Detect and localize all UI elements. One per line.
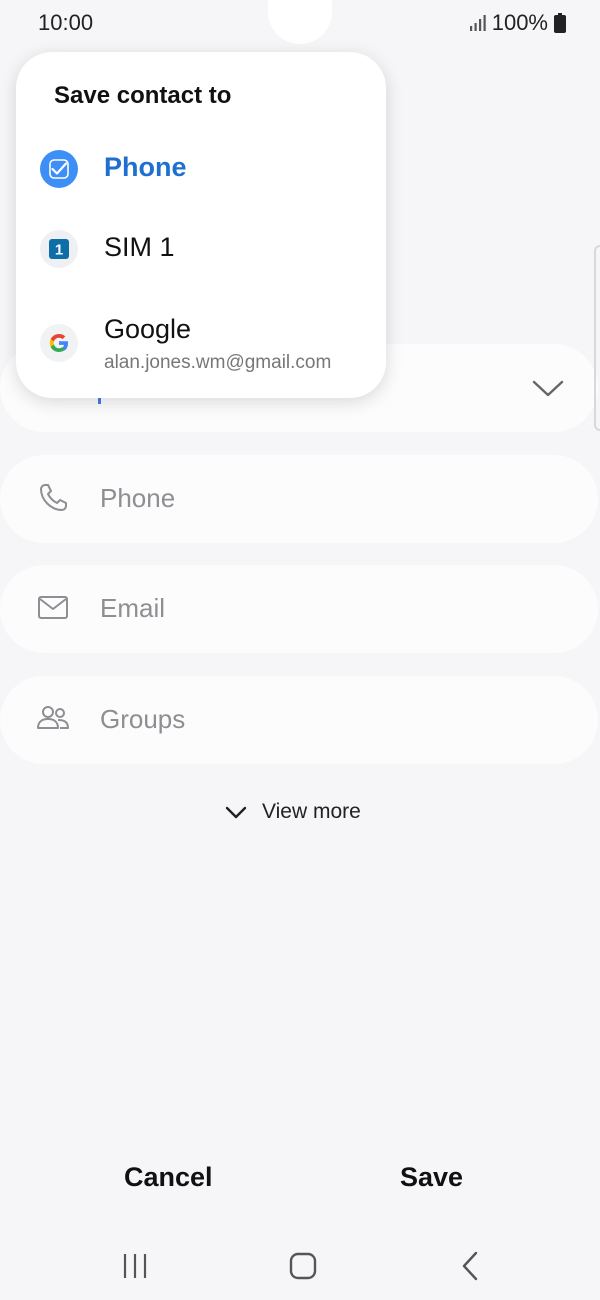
option-label-sim1: SIM 1 [104,232,175,262]
mail-icon [36,591,70,625]
cancel-button[interactable]: Cancel [124,1162,213,1193]
storage-option-phone[interactable]: Phone [16,150,386,220]
phone-check-icon [40,150,78,188]
email-field[interactable]: Email [0,565,598,653]
screen: 10:00 100% Name [0,0,600,1300]
home-icon[interactable] [285,1248,321,1284]
chevron-down-icon[interactable] [530,370,566,406]
google-account-email: alan.jones.wm@gmail.com [104,352,332,373]
recents-icon[interactable] [117,1248,153,1284]
groups-field[interactable]: Groups [0,676,598,764]
save-button[interactable]: Save [400,1162,463,1193]
phone-placeholder: Phone [100,483,176,513]
status-indicators: 100% [468,10,566,36]
option-label-phone: Phone [104,152,187,182]
groups-placeholder: Groups [100,704,186,734]
phone-field[interactable]: Phone [0,455,598,543]
signal-icon [468,13,488,33]
battery-icon [554,13,566,33]
camera-notch [268,0,332,44]
view-more-button[interactable]: View more [224,800,361,824]
storage-option-sim1[interactable]: 1 SIM 1 [16,230,386,300]
storage-option-google[interactable]: Google alan.jones.wm@gmail.com [16,310,386,390]
google-icon [40,324,78,362]
back-icon[interactable] [453,1248,489,1284]
battery-level: 100% [491,10,548,35]
option-label-google: Google [104,314,192,344]
status-bar: 10:00 100% [0,0,600,48]
navigation-bar [0,1236,600,1296]
popup-title: Save contact to [54,82,232,109]
email-placeholder: Email [100,593,166,623]
sim-badge-number: 1 [55,242,63,259]
side-scroll-handle[interactable] [594,245,600,431]
view-more-label: View more [262,800,361,823]
status-time: 10:00 [38,10,94,35]
groups-icon [36,702,70,736]
phone-icon [36,481,70,515]
chevron-down-icon [225,806,247,819]
save-contact-to-popup: Save contact to Phone 1 SIM 1 Google ala… [16,52,386,398]
sim-card-icon: 1 [40,230,78,268]
